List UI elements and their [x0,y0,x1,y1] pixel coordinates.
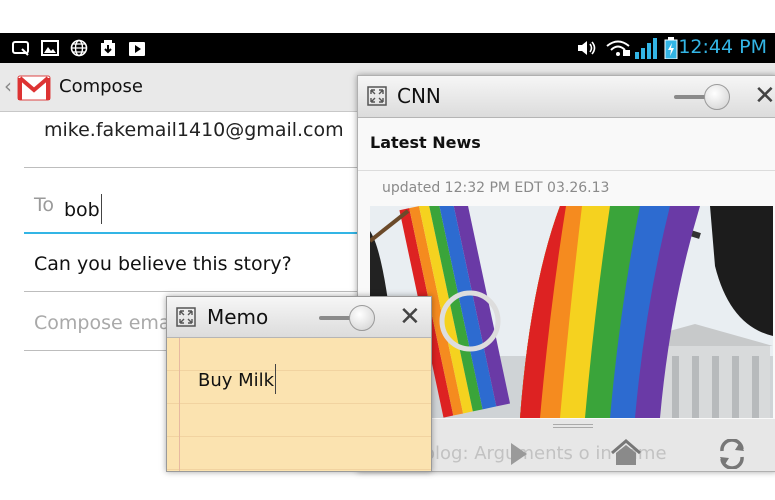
clock: 12:44 PM [678,36,767,58]
subject-field[interactable]: Can you believe this story? [34,253,292,275]
close-icon[interactable]: ✕ [754,83,775,109]
memo-window-title: Memo [207,305,269,329]
opacity-slider-knob[interactable] [349,305,375,331]
heading-divider [358,170,775,171]
resize-handle[interactable] [553,424,593,428]
memo-paper[interactable]: Buy Milk [167,338,431,471]
to-field-underline [24,232,364,234]
volume-icon [578,41,596,55]
memo-qslide-window[interactable]: Memo ✕ Buy Milk [166,296,432,472]
play-store-icon [129,42,145,56]
text-cursor [275,364,277,394]
status-bar: 12:44 PM [0,33,775,63]
gmail-icon[interactable] [17,72,51,102]
expand-icon[interactable] [367,86,387,106]
back-chevron-icon[interactable]: ‹ [4,74,12,98]
wifi-icon [606,40,630,56]
compose-body-field[interactable]: Compose ema [34,312,171,334]
memo-text-field[interactable]: Buy Milk [198,364,277,394]
cnn-title-bar[interactable]: CNN ✕ [358,76,775,118]
from-account[interactable]: mike.fakemail1410@gmail.com [44,119,344,141]
notification-icon [12,41,29,56]
to-value: bob [64,199,100,221]
close-icon[interactable]: ✕ [399,304,421,330]
subject-divider [24,291,364,292]
compose-title: Compose [59,76,144,97]
opacity-slider-knob[interactable] [704,84,730,110]
expand-icon[interactable] [176,307,196,327]
globe-icon [70,39,88,57]
news-heading: Latest News [370,133,481,152]
signal-icon [635,38,657,59]
battery-charging-icon [664,37,678,59]
to-field[interactable]: bob [64,194,102,224]
download-icon [101,40,115,56]
gallery-icon [41,40,59,56]
from-divider [24,167,364,168]
memo-margin-line [179,338,180,471]
cnn-window-title: CNN [397,84,441,108]
updated-timestamp: updated 12:32 PM EDT 03.26.13 [382,180,610,196]
home-icon[interactable] [610,439,642,467]
forward-icon[interactable] [508,441,530,467]
to-label: To [34,194,55,216]
refresh-icon[interactable] [716,439,748,469]
memo-text: Buy Milk [198,370,275,391]
memo-title-bar[interactable]: Memo ✕ [167,297,431,338]
text-cursor [100,194,102,224]
